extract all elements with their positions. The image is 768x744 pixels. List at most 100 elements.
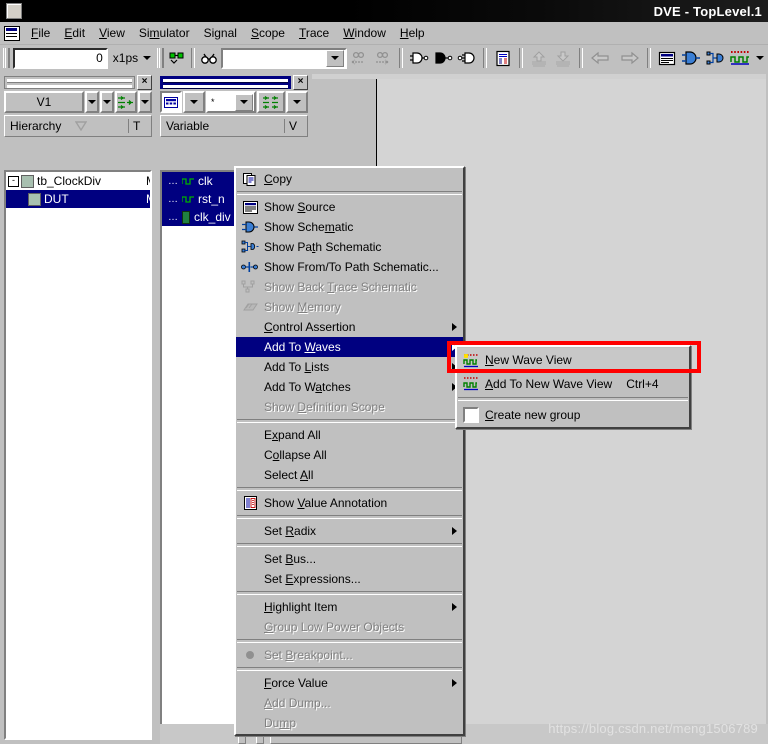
menu-item-force-value[interactable]: Force Value	[236, 673, 463, 693]
menu-item-show-value-annotation[interactable]: Show Value Annotation	[236, 493, 463, 513]
menu-view[interactable]: View	[92, 24, 132, 42]
toolbar-separator-1	[191, 48, 195, 68]
time-value-field[interactable]: 0	[13, 47, 108, 69]
menu-item-show-schematic[interactable]: Show Schematic	[236, 217, 463, 237]
menu-item-highlight-item[interactable]: Highlight Item	[236, 597, 463, 617]
schematic-view-icon[interactable]	[680, 47, 702, 69]
forward-icon[interactable]	[616, 47, 642, 69]
menu-item-copy[interactable]: Copy	[236, 169, 463, 189]
menu-item-collapse-all[interactable]: Collapse All	[236, 445, 463, 465]
menu-item-show-from-to-path-schematic[interactable]: Show From/To Path Schematic...	[236, 257, 463, 277]
tree-line-icon: …	[168, 193, 178, 205]
variable-filter-arrow[interactable]	[235, 93, 253, 111]
scope-combo[interactable]: V1	[4, 91, 84, 113]
menu-file[interactable]: File	[24, 24, 57, 42]
menu-simulator[interactable]: Simulator	[132, 24, 197, 42]
hierarchy-expand-arrow[interactable]	[138, 91, 152, 113]
checkbox-icon[interactable]	[461, 406, 481, 423]
menu-item-add-to-lists[interactable]: Add To Lists	[236, 357, 463, 377]
search-input[interactable]	[220, 47, 347, 69]
submenu-item-new-wave-view[interactable]: New Wave View	[457, 348, 689, 372]
no-icon	[240, 339, 260, 355]
hierarchy-close-button[interactable]: ×	[137, 74, 152, 90]
menu-scope[interactable]: Scope	[244, 24, 292, 42]
menu-window[interactable]: Window	[336, 24, 393, 42]
menu-edit[interactable]: Edit	[57, 24, 92, 42]
document-menu-icon[interactable]	[4, 25, 20, 41]
variable-row-label: clk_div	[194, 210, 231, 224]
time-unit-combo[interactable]: x1ps	[111, 51, 152, 65]
show-load-icon[interactable]	[432, 47, 454, 69]
toolbar-grip-2[interactable]	[157, 48, 165, 68]
submenu-item-add-to-new-wave-view[interactable]: Add To New Wave View Ctrl+4	[457, 372, 689, 395]
variable-close-button[interactable]: ×	[293, 74, 308, 90]
menu-trace[interactable]: Trace	[292, 24, 336, 42]
menu-help[interactable]: Help	[393, 24, 432, 42]
path-schematic-icon[interactable]	[704, 47, 726, 69]
menu-bar: File Edit View Simulator Signal Scope Tr…	[0, 22, 768, 45]
submenu-item-label: Create new group	[485, 407, 581, 422]
menu-item-add-to-watches[interactable]: Add To Watches	[236, 377, 463, 397]
menu-item-add-to-waves[interactable]: Add To Waves	[236, 337, 463, 357]
menu-item-expand-all[interactable]: Expand All	[236, 425, 463, 445]
hierarchy-row-dut[interactable]: DUT M	[6, 190, 150, 208]
back-icon[interactable]	[588, 47, 614, 69]
context-menu[interactable]: Copy Show Source Show Schematic Show Pat…	[234, 166, 465, 736]
variable-panel-titlebar[interactable]: ×	[160, 74, 308, 90]
find-next-icon[interactable]	[372, 47, 394, 69]
menu-item-set-expressions[interactable]: Set Expressions...	[236, 569, 463, 589]
variable-expand-arrow[interactable]	[286, 91, 308, 113]
variable-col-value[interactable]: V	[285, 119, 307, 133]
menu-separator	[237, 487, 462, 491]
hierarchy-col-name[interactable]: Hierarchy	[5, 119, 129, 133]
variable-grid-icon[interactable]	[160, 91, 182, 113]
hierarchy-col-type[interactable]: T	[129, 119, 151, 133]
no-icon	[240, 619, 260, 635]
wave-dropdown-icon[interactable]	[753, 56, 764, 60]
wave-view-icon[interactable]	[728, 47, 752, 69]
source-view-icon[interactable]	[656, 47, 678, 69]
sort-descending-icon[interactable]	[75, 121, 88, 131]
toolbar-grip-1[interactable]	[3, 48, 10, 68]
variable-expand-button[interactable]	[257, 91, 285, 113]
hierarchy-expand-button[interactable]	[115, 91, 137, 113]
goto-signal-icon[interactable]	[168, 47, 187, 69]
menu-item-set-radix[interactable]: Set Radix	[236, 521, 463, 541]
menu-signal[interactable]: Signal	[197, 24, 244, 42]
variable-column-headers[interactable]: Variable V	[160, 115, 308, 137]
variable-filter-input[interactable]: *	[206, 91, 256, 113]
raise-icon[interactable]	[528, 47, 550, 69]
tree-expander-icon[interactable]: -	[8, 175, 19, 187]
menu-item-label: Show From/To Path Schematic...	[264, 260, 439, 274]
menu-item-set-bus[interactable]: Set Bus...	[236, 549, 463, 569]
scope-module-icon	[21, 174, 34, 188]
menu-item-control-assertion[interactable]: Control Assertion	[236, 317, 463, 337]
lower-icon[interactable]	[552, 47, 574, 69]
show-fanout-icon[interactable]	[456, 47, 478, 69]
show-driver-icon[interactable]	[408, 47, 430, 69]
source-icon	[240, 199, 260, 215]
hierarchy-tree[interactable]: - tb_ClockDiv M DUT M	[4, 170, 152, 740]
hierarchy-column-headers[interactable]: Hierarchy T	[4, 115, 152, 137]
hierarchy-row-tb-clockdiv[interactable]: - tb_ClockDiv M	[6, 172, 150, 190]
menu-item-select-all[interactable]: Select All	[236, 465, 463, 485]
variable-col-name[interactable]: Variable	[161, 119, 285, 133]
hierarchy-row-label: DUT	[44, 192, 69, 206]
title-bar: DVE - TopLevel.1	[0, 0, 768, 22]
search-dropdown-icon[interactable]	[326, 49, 344, 67]
hierarchy-filter-button[interactable]	[100, 91, 114, 113]
find-prev-icon[interactable]	[348, 47, 370, 69]
hierarchy-panel-titlebar[interactable]: ×	[4, 74, 152, 90]
submenu-item-create-new-group[interactable]: Create new group	[457, 403, 689, 426]
scope-combo-arrow[interactable]	[85, 91, 99, 113]
hierarchy-col-name-label: Hierarchy	[10, 119, 62, 133]
add-to-waves-submenu[interactable]: New Wave View Add To New Wave View Ctrl+…	[455, 345, 691, 429]
window-icon[interactable]	[6, 3, 22, 19]
menu-item-show-path-schematic[interactable]: Show Path Schematic	[236, 237, 463, 257]
variable-grid-arrow[interactable]	[183, 91, 205, 113]
show-source-icon[interactable]	[492, 47, 514, 69]
menu-separator	[237, 591, 462, 595]
binoculars-find-icon[interactable]	[199, 47, 218, 69]
menu-item-show-source[interactable]: Show Source	[236, 197, 463, 217]
menu-separator	[237, 515, 462, 519]
